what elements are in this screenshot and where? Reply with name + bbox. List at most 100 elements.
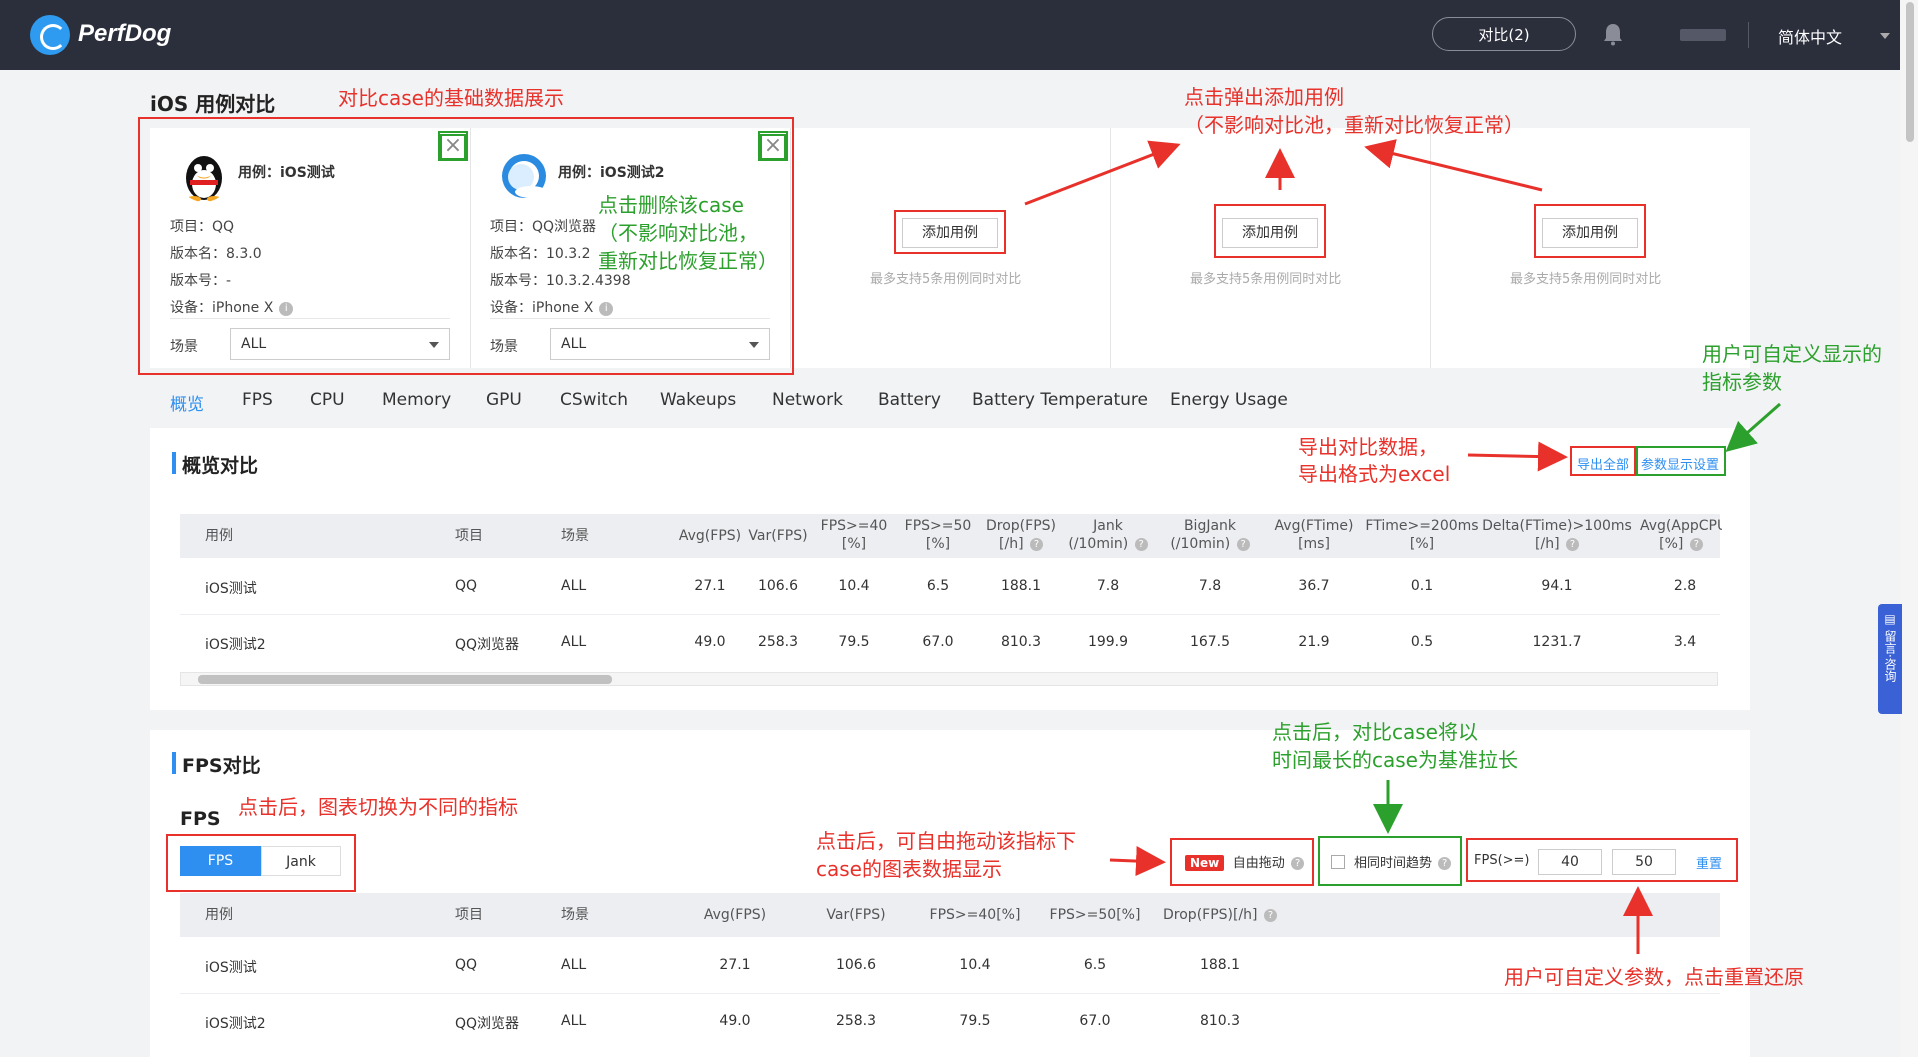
table-cell: 49.0 bbox=[719, 1013, 751, 1029]
annotation-text: （不影响对比池， bbox=[598, 221, 758, 245]
table-cell: 188.1 bbox=[1000, 578, 1042, 594]
chat-icon: ▤ bbox=[1884, 612, 1896, 626]
tab-network[interactable]: Network bbox=[772, 390, 843, 410]
table-cell: 106.6 bbox=[757, 578, 799, 594]
annotation-text: 点击删除该case bbox=[598, 193, 744, 217]
help-icon[interactable]: ? bbox=[1134, 538, 1148, 551]
table-cell: 67.0 bbox=[1079, 1013, 1111, 1029]
annotation-box-drag bbox=[1170, 838, 1314, 886]
annotation-text: case的图表数据显示 bbox=[816, 857, 1002, 881]
table-cell: QQ bbox=[455, 578, 478, 594]
page-scrollbar[interactable] bbox=[1900, 0, 1918, 1057]
column-header: Var(FPS) bbox=[826, 907, 886, 923]
annotation-box-segment bbox=[166, 834, 356, 892]
bell-icon[interactable] bbox=[1602, 22, 1624, 46]
column-header: Delta(FTime)>100ms [/h] ? bbox=[1482, 518, 1632, 552]
column-header: FPS>=40[%] bbox=[820, 518, 888, 552]
table-cell: iOS测试2 bbox=[205, 1016, 266, 1032]
add-case-hint: 最多支持5条用例同时对比 bbox=[870, 272, 1022, 287]
table-cell: 199.9 bbox=[1087, 634, 1129, 650]
app-logo-text[interactable]: PerfDog bbox=[78, 20, 171, 48]
top-nav-bar bbox=[0, 0, 1918, 70]
fps-section-title: FPS对比 bbox=[182, 755, 261, 777]
section-marker bbox=[172, 752, 176, 774]
column-header: Jank (/10min) ? bbox=[1058, 517, 1158, 553]
annotation-text: 用户可自定义参数，点击重置还原 bbox=[1504, 965, 1804, 989]
column-header: FPS>=50[%] bbox=[1049, 907, 1141, 923]
column-header: 场景 bbox=[561, 528, 589, 544]
column-header: Avg(AppCPU [%] ? bbox=[1640, 518, 1722, 552]
table-cell: 0.5 bbox=[1410, 634, 1434, 650]
table-cell: 188.1 bbox=[1199, 957, 1241, 973]
tab-cpu[interactable]: CPU bbox=[310, 390, 345, 410]
table-cell: QQ浏览器 bbox=[455, 1016, 520, 1032]
annotation-box-add bbox=[1534, 204, 1646, 258]
table-cell: 106.6 bbox=[835, 957, 877, 973]
fps-subtitle: FPS bbox=[180, 808, 221, 830]
tab-memory[interactable]: Memory bbox=[382, 390, 451, 410]
compare-button[interactable]: 对比(2) bbox=[1432, 17, 1576, 51]
table-cell: 810.3 bbox=[1000, 634, 1042, 650]
table-cell: 1231.7 bbox=[1532, 634, 1582, 650]
table-scrollbar-thumb[interactable] bbox=[198, 675, 612, 684]
annotation-box-add bbox=[894, 210, 1006, 254]
table-cell: 0.1 bbox=[1410, 578, 1434, 594]
chevron-down-icon[interactable] bbox=[1880, 33, 1890, 39]
table-cell: 36.7 bbox=[1298, 578, 1330, 594]
table-cell: 94.1 bbox=[1541, 578, 1573, 594]
help-icon[interactable]: ? bbox=[1236, 538, 1250, 551]
perfdog-logo-icon[interactable] bbox=[30, 15, 70, 55]
table-cell: QQ bbox=[455, 957, 478, 973]
tab-overview[interactable]: 概览 bbox=[170, 390, 204, 415]
column-header: FPS>=50[%] bbox=[904, 518, 972, 552]
help-icon[interactable]: ? bbox=[1689, 538, 1703, 551]
user-avatar[interactable] bbox=[1680, 29, 1726, 41]
feedback-float-button[interactable]: ▤ 留言·咨询 bbox=[1878, 604, 1902, 714]
table-cell: ALL bbox=[561, 578, 587, 594]
annotation-text: 时间最长的case为基准拉长 bbox=[1272, 748, 1518, 772]
column-header: Var(FPS) bbox=[748, 528, 808, 544]
language-selector[interactable]: 简体中文 bbox=[1778, 24, 1842, 48]
annotation-box-delete bbox=[438, 131, 468, 161]
column-header: Avg(FTime) [ms] bbox=[1274, 518, 1354, 552]
column-header: Drop(FPS) [/h] ? bbox=[986, 518, 1056, 552]
annotation-box-params bbox=[1636, 446, 1726, 476]
table-cell: QQ浏览器 bbox=[455, 637, 520, 653]
tab-gpu[interactable]: GPU bbox=[486, 390, 522, 410]
tab-fps[interactable]: FPS bbox=[242, 390, 273, 410]
tab-battery-temperature[interactable]: Battery Temperature bbox=[972, 390, 1148, 410]
table-cell: 7.8 bbox=[1198, 578, 1222, 594]
table-cell: 810.3 bbox=[1199, 1013, 1241, 1029]
table-cell: 258.3 bbox=[835, 1013, 877, 1029]
card-divider bbox=[1110, 128, 1111, 368]
page-scrollbar-thumb[interactable] bbox=[1906, 2, 1914, 142]
tab-battery[interactable]: Battery bbox=[878, 390, 941, 410]
annotation-text: 点击后，对比case将以 bbox=[1272, 720, 1478, 744]
table-cell: iOS测试2 bbox=[205, 637, 266, 653]
table-cell: 167.5 bbox=[1189, 634, 1231, 650]
help-icon[interactable]: ? bbox=[1263, 909, 1277, 922]
tab-energy-usage[interactable]: Energy Usage bbox=[1170, 390, 1288, 410]
annotation-text: 对比case的基础数据展示 bbox=[338, 86, 564, 110]
help-icon[interactable]: ? bbox=[1565, 538, 1579, 551]
overview-panel bbox=[150, 428, 1750, 710]
help-icon[interactable]: ? bbox=[1029, 538, 1043, 551]
annotation-text: （不影响对比池，重新对比恢复正常） bbox=[1184, 113, 1524, 137]
table-cell: 10.4 bbox=[838, 578, 870, 594]
table-cell: 67.0 bbox=[922, 634, 954, 650]
column-header: BigJank (/10min) ? bbox=[1160, 517, 1260, 553]
table-cell: 79.5 bbox=[838, 634, 870, 650]
table-cell: iOS测试 bbox=[205, 960, 257, 976]
card-divider bbox=[1430, 128, 1431, 368]
table-cell: iOS测试 bbox=[205, 581, 257, 597]
tab-wakeups[interactable]: Wakeups bbox=[660, 390, 736, 410]
annotation-text: 导出对比数据， bbox=[1298, 435, 1438, 459]
annotation-text: 点击后，图表切换为不同的指标 bbox=[238, 795, 518, 819]
tab-cswitch[interactable]: CSwitch bbox=[560, 390, 628, 410]
column-header-drop: Drop(FPS)[/h] ? bbox=[1155, 906, 1285, 924]
table-cell: ALL bbox=[561, 1013, 587, 1029]
annotation-text: 重新对比恢复正常） bbox=[598, 249, 778, 273]
nav-divider bbox=[1748, 22, 1749, 48]
row-divider bbox=[180, 614, 1720, 615]
annotation-text: 点击弹出添加用例 bbox=[1184, 85, 1344, 109]
